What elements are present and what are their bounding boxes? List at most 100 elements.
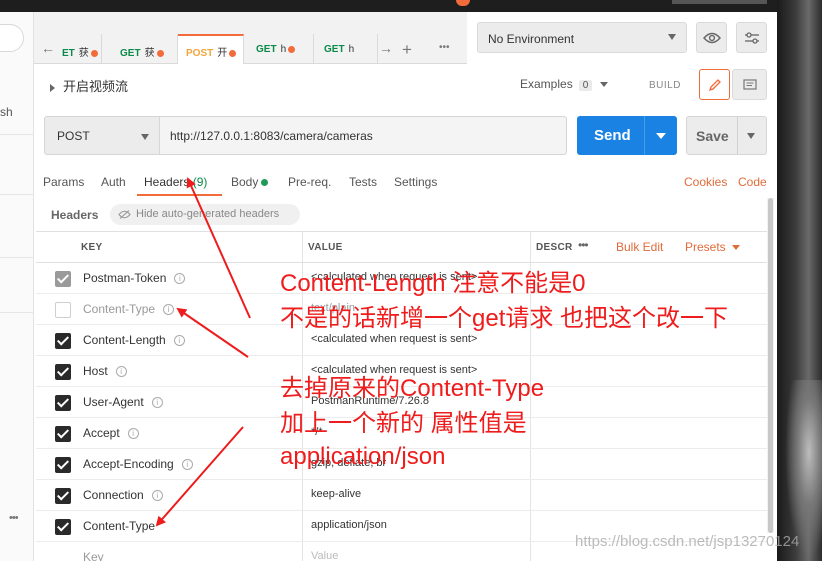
sidebar-more-icon[interactable]: •••	[9, 512, 19, 524]
environment-select[interactable]: No Environment	[477, 22, 687, 53]
table-row: Connection i keep-alive	[36, 480, 767, 511]
bulk-edit-link[interactable]: Bulk Edit	[616, 240, 663, 254]
documentation-button[interactable]	[732, 69, 767, 100]
row-key[interactable]: Accept i	[83, 426, 139, 440]
row-key[interactable]: Content-Type	[83, 519, 155, 533]
row-key-text: Content-Length	[83, 333, 166, 347]
annotation-application-json: application/json	[280, 443, 446, 470]
row-key-text: Host	[83, 364, 108, 378]
url-input[interactable]: http://127.0.0.1:8083/camera/cameras	[160, 116, 567, 155]
save-button[interactable]: Save	[686, 116, 767, 155]
examples-label: Examples	[520, 77, 573, 91]
info-icon: i	[181, 459, 193, 471]
row-checkbox[interactable]	[55, 426, 71, 442]
new-key-input[interactable]: Key	[83, 550, 104, 561]
cookies-link[interactable]: Cookies	[684, 175, 727, 189]
request-name: 开启视频流	[63, 79, 129, 94]
annotation-add-new: 加上一个新的 属性值是	[280, 410, 527, 437]
row-key[interactable]: Postman-Token i	[83, 271, 186, 285]
manage-environments-button[interactable]	[736, 22, 767, 53]
info-icon: i	[115, 366, 127, 378]
request-tab[interactable]: GET 获	[112, 34, 178, 64]
new-value-input[interactable]: Value	[311, 550, 338, 561]
tab-params[interactable]: Params	[43, 175, 84, 189]
examples-count-badge: 0	[578, 80, 593, 91]
sidebar-divider	[0, 257, 34, 258]
build-mode-label[interactable]: BUILD	[649, 80, 681, 91]
row-checkbox[interactable]	[55, 333, 71, 349]
row-key[interactable]: Host i	[83, 364, 127, 378]
send-split-divider	[644, 116, 645, 155]
row-key[interactable]: Accept-Encoding i	[83, 457, 193, 471]
method-select[interactable]: POST	[44, 116, 160, 155]
table-header-row: KEY VALUE DESCR ••• Bulk Edit Presets	[36, 232, 767, 263]
row-key[interactable]: Content-Type i	[83, 302, 175, 316]
tab-headers[interactable]: Headers (9)	[144, 175, 207, 189]
row-key-text: Postman-Token	[83, 271, 167, 285]
comment-icon	[742, 79, 757, 90]
send-options-chevron-icon[interactable]	[656, 133, 666, 139]
tab-scroll-left-icon[interactable]: ←	[41, 40, 55, 56]
request-tab[interactable]: GET h	[248, 34, 314, 64]
scrollbar-thumb[interactable]	[768, 198, 773, 533]
request-tab[interactable]: GET h	[316, 34, 378, 64]
row-checkbox[interactable]	[55, 457, 71, 473]
annotation-content-length: Content-Length 注意不能是0	[280, 270, 586, 297]
info-icon: i	[151, 397, 163, 409]
info-icon: i	[173, 335, 185, 347]
row-key-text: Content-Type	[83, 519, 156, 533]
new-tab-plus-icon[interactable]: +	[402, 40, 412, 60]
tab-tests[interactable]: Tests	[349, 175, 377, 189]
request-title[interactable]: 开启视频流	[50, 76, 128, 95]
environment-selected-value: No Environment	[488, 32, 575, 46]
tab-body-label: Body	[231, 175, 259, 189]
row-checkbox[interactable]	[55, 302, 71, 318]
environment-quick-look-button[interactable]	[696, 22, 727, 53]
send-button[interactable]: Send	[577, 116, 677, 155]
examples-dropdown[interactable]: Examples 0	[520, 77, 609, 91]
request-tab-active[interactable]: POST 开	[178, 34, 244, 64]
edit-mode-button[interactable]	[699, 69, 730, 100]
orange-indicator	[456, 0, 470, 6]
row-checkbox[interactable]	[55, 519, 71, 535]
row-value[interactable]: application/json	[311, 519, 387, 531]
row-checkbox[interactable]	[55, 271, 71, 287]
row-key-text: Content-Type	[83, 302, 156, 316]
tab-prerequest[interactable]: Pre-req.	[288, 175, 331, 189]
row-key-text: Accept-Encoding	[83, 457, 174, 471]
eye-icon	[702, 33, 721, 44]
annotation-new-get-request: 不是的话新增一个get请求 也把这个改一下	[280, 305, 729, 332]
row-value[interactable]: keep-alive	[311, 488, 361, 500]
code-link[interactable]: Code	[738, 175, 767, 189]
tab-auth[interactable]: Auth	[101, 175, 126, 189]
hide-auto-generated-toggle[interactable]: Hide auto-generated headers	[110, 204, 300, 225]
row-key[interactable]: Connection i	[83, 488, 163, 502]
row-checkbox[interactable]	[55, 395, 71, 411]
tab-settings[interactable]: Settings	[394, 175, 437, 189]
row-checkbox[interactable]	[55, 488, 71, 504]
scrollbar[interactable]	[767, 198, 774, 533]
row-key[interactable]: User-Agent i	[83, 395, 163, 409]
row-key[interactable]: Content-Length i	[83, 333, 185, 347]
tab-headers-label: Headers	[144, 175, 190, 189]
titlebar-control[interactable]	[672, 0, 767, 4]
headers-count: (9)	[192, 175, 208, 189]
column-options-icon[interactable]: •••	[578, 238, 589, 252]
row-value[interactable]: <calculated when request is sent>	[311, 333, 477, 345]
tab-scroll-right-icon[interactable]: →	[379, 40, 393, 56]
presets-label: Presets	[685, 240, 726, 254]
row-key-text: User-Agent	[83, 395, 144, 409]
unsaved-dot-icon	[229, 49, 237, 57]
request-tab[interactable]: ET 获	[58, 34, 102, 64]
info-icon: i	[163, 304, 175, 316]
presets-dropdown[interactable]: Presets	[685, 240, 740, 254]
col-value-header: VALUE	[308, 242, 343, 253]
sidebar-search-box[interactable]	[0, 24, 24, 52]
tab-body[interactable]: Body	[231, 175, 269, 189]
info-icon: i	[127, 428, 139, 440]
row-checkbox[interactable]	[55, 364, 71, 380]
tab-method: ET	[62, 48, 75, 59]
tab-more-icon[interactable]: •••	[439, 42, 450, 53]
save-options-chevron-icon[interactable]	[747, 133, 755, 139]
save-label: Save	[696, 128, 729, 144]
